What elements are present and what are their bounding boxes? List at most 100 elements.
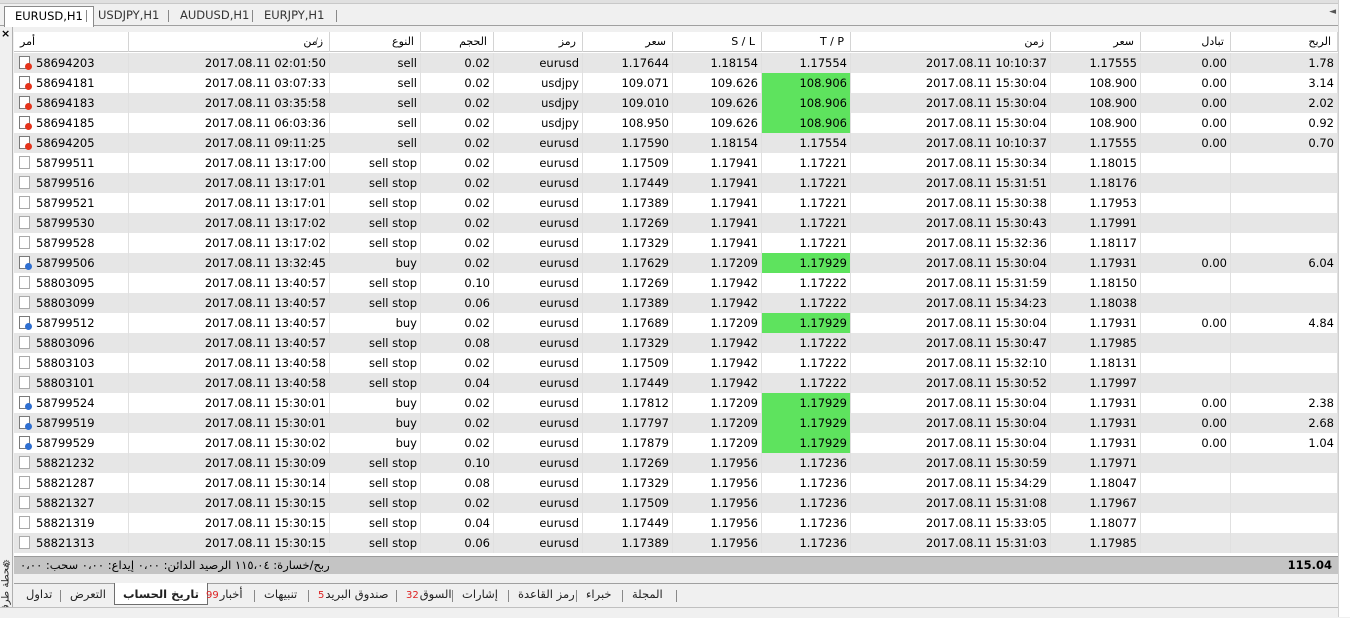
- terminal-tab-10[interactable]: المجلة: [624, 586, 671, 605]
- cell-swap: 0.00: [1141, 113, 1231, 133]
- cell-close-time: 2017.08.11 15:30:52: [851, 373, 1051, 393]
- cell-open-price: 1.17797: [583, 413, 673, 433]
- cell-open-time: 2017.08.11 13:40:57: [129, 293, 330, 313]
- tab-label: أخبار: [219, 587, 243, 601]
- terminal-tab-6[interactable]: 32السوق: [398, 586, 460, 605]
- terminal-tab-9[interactable]: خبراء: [578, 586, 620, 605]
- table-row[interactable]: 58803103 2017.08.11 13:40:58 sell stop 0.02…: [14, 353, 1338, 373]
- chart-tab-0[interactable]: EURUSD,H1: [4, 6, 94, 27]
- table-row[interactable]: 58821327 2017.08.11 15:30:15 sell stop 0.02…: [14, 493, 1338, 513]
- terminal-tab-1[interactable]: التعرض: [62, 586, 114, 605]
- col-type-header[interactable]: النوع: [330, 32, 421, 52]
- chart-tab-1[interactable]: USDJPY,H1: [88, 6, 169, 26]
- cell-close-price: 1.18015: [1051, 153, 1141, 173]
- table-row[interactable]: 58799512 2017.08.11 13:40:57 buy 0.02 eurusd…: [14, 313, 1338, 333]
- gear-icon[interactable]: ⚙: [2, 559, 11, 570]
- chart-tab-2[interactable]: AUDUSD,H1: [170, 6, 259, 26]
- col-open-price-header[interactable]: سعر: [583, 32, 673, 52]
- table-row[interactable]: 58694183 2017.08.11 03:35:58 sell 0.02 usdjp…: [14, 93, 1338, 113]
- table-row[interactable]: 58821232 2017.08.11 15:30:09 sell stop 0.10…: [14, 453, 1338, 473]
- table-row[interactable]: 58799511 2017.08.11 13:17:00 sell stop 0.02…: [14, 153, 1338, 173]
- table-row[interactable]: 58821319 2017.08.11 15:30:15 sell stop 0.04…: [14, 513, 1338, 533]
- col-sl-header[interactable]: S / L: [673, 32, 762, 52]
- table-row[interactable]: 58694185 2017.08.11 06:03:36 sell 0.02 usdjp…: [14, 113, 1338, 133]
- col-symbol-header[interactable]: رمز: [494, 32, 583, 52]
- terminal-tab-5[interactable]: 5صندوق البريد: [310, 586, 397, 605]
- table-row[interactable]: 58803099 2017.08.11 13:40:57 sell stop 0.06…: [14, 293, 1338, 313]
- col-swap-header[interactable]: تبادل: [1141, 32, 1231, 52]
- col-order-header[interactable]: أمر: [14, 32, 129, 52]
- cell-swap: 0.00: [1141, 413, 1231, 433]
- cell-open-time: 2017.08.11 15:30:02: [129, 433, 330, 453]
- col-close-time-header[interactable]: زمن: [851, 32, 1051, 52]
- cell-tp: 1.17221: [762, 173, 851, 193]
- cell-close-time: 2017.08.11 15:34:29: [851, 473, 1051, 493]
- cell-close-price: 1.17931: [1051, 413, 1141, 433]
- table-row[interactable]: 58799516 2017.08.11 13:17:01 sell stop 0.02…: [14, 173, 1338, 193]
- table-row[interactable]: 58694203 2017.08.11 02:01:50 sell 0.02 eurus…: [14, 53, 1338, 73]
- order-number: 58803101: [36, 376, 95, 390]
- cell-open-time: 2017.08.11 13:32:45: [129, 253, 330, 273]
- col-volume-header[interactable]: الحجم: [421, 32, 494, 52]
- cell-volume: 0.02: [421, 313, 494, 333]
- table-row[interactable]: 58799519 2017.08.11 15:30:01 buy 0.02 eurusd…: [14, 413, 1338, 433]
- cell-open-price: 1.17329: [583, 473, 673, 493]
- table-row[interactable]: 58821287 2017.08.11 15:30:14 sell stop 0.08…: [14, 473, 1338, 493]
- terminal-tab-8[interactable]: رمز القاعدة: [510, 586, 583, 605]
- cell-open-price: 1.17879: [583, 433, 673, 453]
- cell-close-price: 1.17931: [1051, 433, 1141, 453]
- summary-total: 115.04: [1287, 558, 1332, 572]
- table-row[interactable]: 58799506 2017.08.11 13:32:45 buy 0.02 eurusd…: [14, 253, 1338, 273]
- order-number: 58799530: [36, 216, 95, 230]
- cell-close-time: 2017.08.11 15:30:04: [851, 73, 1051, 93]
- table-row[interactable]: 58803096 2017.08.11 13:40:57 sell stop 0.08…: [14, 333, 1338, 353]
- table-row[interactable]: 58799528 2017.08.11 13:17:02 sell stop 0.02…: [14, 233, 1338, 253]
- cell-symbol: eurusd: [494, 453, 583, 473]
- cell-volume: 0.02: [421, 393, 494, 413]
- order-number: 58694185: [36, 116, 95, 130]
- terminal-tab-0[interactable]: تداول: [18, 586, 60, 605]
- table-row[interactable]: 58799529 2017.08.11 15:30:02 buy 0.02 eurusd…: [14, 433, 1338, 453]
- cell-close-price: 108.900: [1051, 113, 1141, 133]
- table-row[interactable]: 58821313 2017.08.11 15:30:15 sell stop 0.06…: [14, 533, 1338, 553]
- cell-swap: 0.00: [1141, 393, 1231, 413]
- col-tp-header[interactable]: T / P: [762, 32, 851, 52]
- pending-order-icon: [19, 476, 30, 489]
- table-row[interactable]: 58694205 2017.08.11 09:11:25 sell 0.02 eurus…: [14, 133, 1338, 153]
- cell-tp: 1.17222: [762, 293, 851, 313]
- table-row[interactable]: 58803101 2017.08.11 13:40:58 sell stop 0.04…: [14, 373, 1338, 393]
- terminal-tab-3[interactable]: 99أخبار: [198, 586, 251, 605]
- sort-indicator-icon: ∕: [315, 37, 319, 47]
- cell-open-time: 2017.08.11 13:40:58: [129, 373, 330, 393]
- col-open-time-header[interactable]: زمن ∕: [129, 32, 330, 52]
- scroll-left-arrow-icon[interactable]: ◄: [1329, 7, 1336, 17]
- table-row[interactable]: 58799521 2017.08.11 13:17:01 sell stop 0.02…: [14, 193, 1338, 213]
- chart-tab-3[interactable]: EURJPY,H1: [254, 6, 334, 26]
- table-row[interactable]: 58799524 2017.08.11 15:30:01 buy 0.02 eurusd…: [14, 393, 1338, 413]
- terminal-tab-2[interactable]: تاريخ الحساب: [114, 583, 208, 605]
- table-row[interactable]: 58799530 2017.08.11 13:17:02 sell stop 0.02…: [14, 213, 1338, 233]
- cell-swap: [1141, 213, 1231, 233]
- cell-tp: 1.17929: [762, 433, 851, 453]
- cell-type: sell stop: [330, 333, 421, 353]
- cell-swap: [1141, 293, 1231, 313]
- cell-order: 58799521: [14, 193, 129, 213]
- cell-sl: 1.17942: [673, 353, 762, 373]
- cell-swap: [1141, 273, 1231, 293]
- cell-sl: 1.18154: [673, 53, 762, 73]
- col-close-price-header[interactable]: سعر: [1051, 32, 1141, 52]
- cell-order: 58694205: [14, 133, 129, 153]
- cell-volume: 0.02: [421, 253, 494, 273]
- cell-close-price: 1.17555: [1051, 133, 1141, 153]
- col-profit-header[interactable]: الربح: [1231, 32, 1338, 52]
- tab-label: رمز القاعدة: [518, 587, 575, 601]
- cell-sl: 1.17956: [673, 533, 762, 553]
- cell-symbol: eurusd: [494, 333, 583, 353]
- terminal-tab-4[interactable]: تنبيهات: [256, 586, 305, 605]
- table-row[interactable]: 58803095 2017.08.11 13:40:57 sell stop 0.10…: [14, 273, 1338, 293]
- cell-open-time: 2017.08.11 15:30:01: [129, 393, 330, 413]
- cell-close-time: 2017.08.11 15:30:38: [851, 193, 1051, 213]
- terminal-tab-7[interactable]: إشارات: [454, 586, 506, 605]
- table-row[interactable]: 58694181 2017.08.11 03:07:33 sell 0.02 usdjp…: [14, 73, 1338, 93]
- close-icon[interactable]: ×: [1, 27, 10, 40]
